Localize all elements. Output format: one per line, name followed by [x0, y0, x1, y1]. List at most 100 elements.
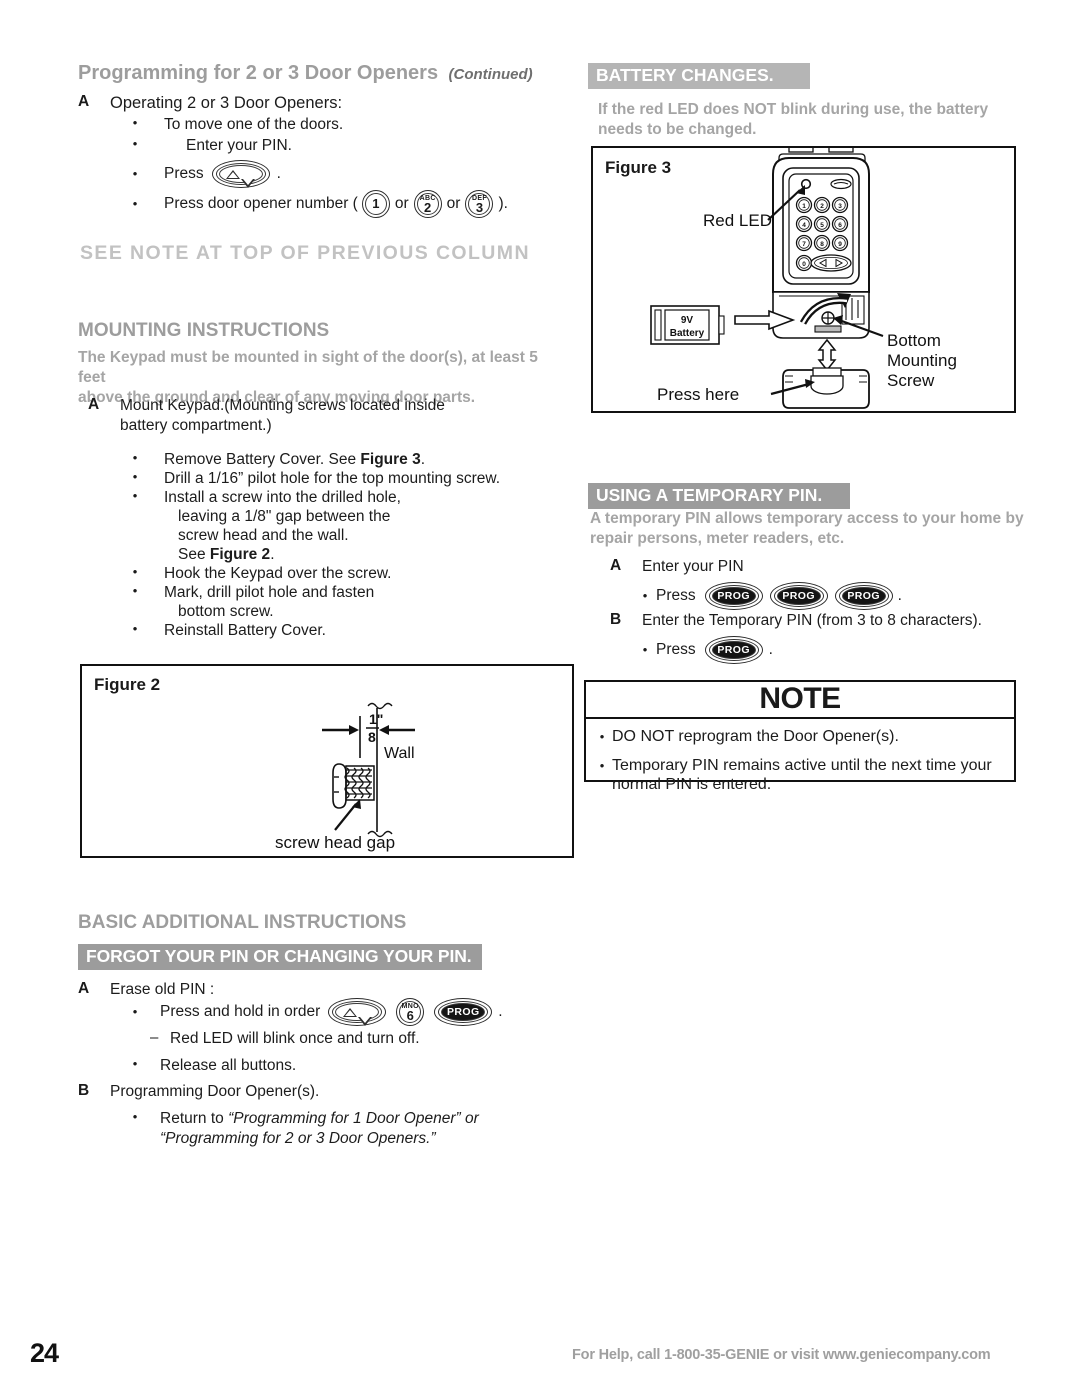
up-down-arrow-icon	[328, 998, 386, 1026]
key-1-button[interactable]: 1	[361, 190, 390, 218]
bullet-dot: •	[132, 1003, 138, 1019]
bullet-dot: •	[132, 564, 138, 579]
bullet-dot: •	[132, 583, 138, 598]
bullet-text: Install a screw into the drilled hole,	[164, 489, 401, 506]
battery-changes-banner: BATTERY CHANGES.	[588, 63, 810, 89]
arrow-key-button[interactable]	[211, 160, 270, 188]
basic-title-text: BASIC ADDITIONAL INSTRUCTIONS	[78, 912, 407, 933]
note-box: NOTE • DO NOT reprogram the Door Opener(…	[584, 680, 1016, 793]
note-item-text: DO NOT reprogram the Door Opener(s).	[612, 728, 899, 746]
door-opener-prefix: Press door opener number (	[164, 195, 358, 213]
bullet-dot: •	[642, 641, 648, 657]
press-label-2: Press	[656, 641, 696, 659]
list-item: • Reinstall Battery Cover.	[128, 621, 598, 641]
bullet-text: Drill a 1/16” pilot hole for the top mou…	[164, 470, 501, 487]
left-heading-row: Programming for 2 or 3 Door Openers (Con…	[78, 62, 578, 85]
prog-key-label: PROG	[717, 590, 750, 602]
list-item: • Mark, drill pilot hole and fasten	[128, 583, 598, 603]
page-number: 24	[30, 1338, 59, 1368]
bullet-text: To move one of the doors.	[164, 116, 344, 133]
bullet-text: Remove Battery Cover. See	[164, 451, 361, 468]
temp-pin-banner: USING A TEMPORARY PIN.	[588, 483, 851, 509]
list-item: • Hook the Keypad over the screw.	[128, 564, 598, 584]
screw-head-gap-label: screw head gap	[275, 833, 395, 852]
step-letter-a: A	[78, 980, 90, 997]
mounting-cont-line-1: leaving a 1/8" gap between the	[178, 508, 391, 525]
step-letter-a: A	[78, 93, 90, 110]
temp-pin-step-a-text: Enter your PIN	[642, 558, 744, 575]
press-period-2: .	[768, 641, 773, 659]
svg-text:8: 8	[820, 241, 824, 248]
step-letter-a: A	[610, 557, 622, 574]
step-letter-b: B	[78, 1082, 90, 1099]
dash-marker: –	[150, 1029, 159, 1046]
bullet-dot: •	[599, 757, 605, 773]
svg-text:9: 9	[838, 241, 842, 248]
bullet-text: Reinstall Battery Cover.	[164, 622, 326, 639]
bullet-dot: •	[132, 488, 138, 503]
note-list-item: • DO NOT reprogram the Door Opener(s).	[592, 727, 1004, 746]
key-2-num: 2	[424, 199, 432, 215]
bullet-dot: •	[132, 469, 138, 484]
press-period: .	[276, 165, 281, 183]
bullet-tail: .	[420, 451, 426, 468]
press-period: .	[897, 587, 902, 605]
basic-step-b-text: Programming Door Opener(s).	[110, 1083, 320, 1100]
battery-changes-banner-text: BATTERY CHANGES.	[588, 63, 810, 89]
basic-step-a: A Erase old PIN :	[78, 980, 548, 1000]
prog-key-label: PROG	[717, 644, 750, 656]
key-3-button[interactable]: DEF 3	[465, 190, 494, 218]
key-6-num: 6	[406, 1007, 414, 1023]
return-quote-2: “Programming for 2 or 3 Door Openers.”	[160, 1129, 436, 1147]
svg-text:8: 8	[368, 729, 376, 745]
battery-label: Battery	[670, 328, 705, 339]
list-item-door-number: • Press door opener number ( 1 or ABC 2 o…	[128, 190, 598, 218]
list-item-press-prog1: • Press PROG .	[638, 636, 1058, 664]
key-3-num: 3	[475, 199, 484, 215]
or-separator: or	[394, 195, 409, 213]
step-a-operating: A Operating 2 or 3 Door Openers:	[78, 93, 578, 114]
note-list-item: • Temporary PIN remains active until the…	[592, 756, 1004, 794]
prog-key-button[interactable]: PROG	[704, 582, 763, 610]
mounting-instructions-title: MOUNTING INSTRUCTIONS	[78, 320, 329, 342]
bottom-label-3: Screw	[887, 371, 935, 390]
mounting-step-a: A Mount Keypad.(Mounting screws located …	[88, 396, 558, 435]
press-here-label: Press here	[657, 385, 739, 404]
see-note-banner-text: SEE NOTE AT TOP OF PREVIOUS COLUMN	[80, 242, 530, 264]
key-6-button[interactable]: MNO 6	[396, 998, 425, 1026]
temp-pin-step-b-text: Enter the Temporary PIN (from 3 to 8 cha…	[642, 612, 982, 629]
mounting-cont-line-2: screw head and the wall.	[178, 527, 349, 544]
press-hold-period: .	[498, 1003, 503, 1021]
mounting-step-a-line1: Mount Keypad.(Mounting screws located in…	[120, 397, 445, 414]
figure-2-box: Figure 2 1" 8 Wall screw head gap	[80, 664, 574, 858]
bullet-bold-tail: Figure 3	[360, 451, 421, 468]
step-letter-a: A	[88, 396, 100, 413]
prog-key-button[interactable]: PROG	[769, 582, 828, 610]
prog-key-button[interactable]: PROG	[434, 998, 493, 1026]
svg-text:3: 3	[838, 203, 842, 210]
figure-2-drawing: 1" 8 Wall screw head gap	[275, 702, 415, 852]
door-opener-suffix: ).	[498, 195, 508, 213]
svg-text:Wall: Wall	[384, 745, 415, 762]
mounting-subtitle-line1: The Keypad must be mounted in sight of t…	[78, 349, 538, 386]
see-figure2-bold: Figure 2	[209, 546, 271, 563]
note-item-text-cont: normal PIN is entered.	[612, 775, 772, 793]
svg-text:7: 7	[802, 241, 806, 248]
bullet-text: Release all buttons.	[160, 1057, 297, 1074]
mounting-cont-line-3: See Figure 2.	[178, 545, 598, 565]
key-1-num: 1	[372, 196, 380, 211]
basic-step-b: B Programming Door Opener(s).	[78, 1082, 548, 1102]
list-item-press-arrows: • Press .	[128, 160, 588, 188]
press-hold-label: Press and hold in order	[160, 1003, 321, 1021]
bottom-label-2: Mounting	[887, 351, 957, 370]
arrow-key-button[interactable]	[328, 998, 387, 1026]
svg-text:1": 1"	[369, 711, 383, 727]
prog-key-button[interactable]: PROG	[704, 636, 763, 664]
up-down-arrow-icon	[212, 160, 270, 188]
temp-pin-banner-text: USING A TEMPORARY PIN.	[588, 483, 851, 509]
prog-key-button[interactable]: PROG	[834, 582, 893, 610]
temp-pin-step-a: A Enter your PIN	[610, 557, 1030, 577]
press-label: Press	[656, 587, 696, 605]
bullet-dot: •	[132, 1109, 138, 1124]
key-2-button[interactable]: ABC 2	[413, 190, 442, 218]
